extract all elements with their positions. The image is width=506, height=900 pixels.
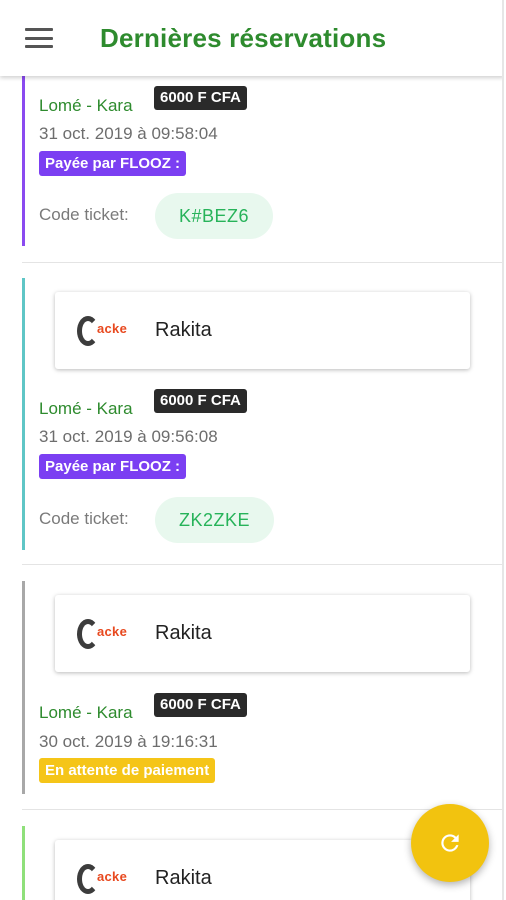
payment-status-badge: En attente de paiement: [39, 758, 216, 783]
menu-icon[interactable]: [25, 28, 53, 48]
company-logo: acke: [75, 315, 135, 347]
payment-status-badge: Payée par FLOOZ :: [39, 151, 187, 176]
refresh-button[interactable]: [411, 804, 489, 882]
code-ticket-label: Code ticket:: [39, 509, 129, 528]
reservation-card[interactable]: acke Rakita Lomé - Kara 6000 F CFA 30 oc…: [22, 581, 502, 794]
reservation-date: 30 oct. 2019 à 19:16:31: [39, 732, 218, 751]
divider: [22, 564, 502, 565]
company-name: Rakita: [155, 622, 212, 644]
price-badge: 6000 F CFA: [154, 389, 247, 413]
company-card[interactable]: acke Rakita: [55, 840, 470, 900]
price-badge: 6000 F CFA: [154, 693, 247, 717]
reservation-card[interactable]: acke Rakita Lomé - Kara 6000 F CFA 31 oc…: [22, 278, 502, 550]
company-name: Rakita: [155, 867, 212, 889]
company-name: Rakita: [155, 319, 212, 341]
reservation-date: 31 oct. 2019 à 09:56:08: [39, 427, 218, 446]
reservation-card[interactable]: Lomé - Kara 6000 F CFA 31 oct. 2019 à 09…: [22, 76, 502, 246]
app-screen: Dernières réservations Lomé - Kara 6000 …: [0, 0, 504, 900]
company-logo: acke: [75, 863, 135, 895]
price-badge: 6000 F CFA: [154, 86, 247, 110]
app-bar: Dernières réservations: [0, 0, 502, 76]
company-card[interactable]: acke Rakita: [55, 595, 470, 672]
route-label: Lomé - Kara: [39, 703, 133, 722]
route-label: Lomé - Kara: [39, 399, 133, 418]
company-card[interactable]: acke Rakita: [55, 292, 470, 369]
refresh-icon: [441, 834, 459, 852]
payment-status-badge: Payée par FLOOZ :: [39, 454, 187, 479]
divider: [22, 262, 502, 263]
reservation-date: 31 oct. 2019 à 09:58:04: [39, 124, 218, 143]
ticket-code-chip[interactable]: ZK2ZKE: [155, 497, 275, 543]
route-label: Lomé - Kara: [39, 96, 133, 115]
company-logo: acke: [75, 618, 135, 650]
page-title: Dernières réservations: [100, 22, 387, 53]
ticket-code-chip[interactable]: K#BEZ6: [155, 193, 274, 239]
code-ticket-label: Code ticket:: [39, 205, 129, 224]
